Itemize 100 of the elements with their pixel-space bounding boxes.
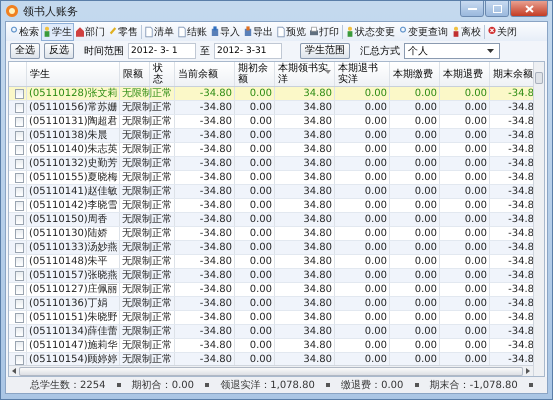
column-header[interactable]: 状态: [150, 62, 175, 86]
column-header[interactable]: 学生: [27, 62, 120, 86]
column-header[interactable]: 期初余额: [235, 62, 275, 86]
table-row[interactable]: (05110156)常苏姗 无限制正常 -34.80 0.00 34.80 0.00 0.00 0.00 -34.8: [9, 101, 533, 115]
table-cell: -34.80: [200, 213, 232, 226]
table-cell: 正常: [152, 241, 172, 254]
column-header[interactable]: 限额: [120, 62, 150, 86]
toolbar-button[interactable]: 离校: [450, 22, 483, 40]
table-cell: 无限制: [122, 339, 152, 352]
table-cell: 0.00: [364, 213, 387, 226]
toolbar-button[interactable]: 关闭: [486, 22, 519, 40]
table-row[interactable]: (05110134)薛佳蕾 无限制正常 -34.80 0.00 34.80 0.00 0.00 0.00 -34.8: [9, 325, 533, 339]
column-header[interactable]: 本期退费: [440, 62, 490, 86]
end-date-field[interactable]: 2012- 3-31: [214, 42, 282, 58]
close-button[interactable]: [510, 1, 548, 17]
table-cell: 0.00: [464, 101, 487, 114]
dropdown-icon[interactable]: [116, 383, 121, 387]
row-checkbox[interactable]: [15, 88, 24, 98]
table-cell: 无限制: [122, 129, 152, 142]
table-cell: 0.00: [464, 339, 487, 352]
table-row[interactable]: (05110132)史勤芳 无限制正常 -34.80 0.00 34.80 0.00 0.00 0.00 -34.8: [9, 157, 533, 171]
maximize-button[interactable]: [485, 1, 509, 17]
horizontal-scrollbar[interactable]: [9, 365, 533, 376]
table-cell: 0.00: [464, 185, 487, 198]
table-cell: -34.8: [508, 269, 533, 282]
dropdown-icon[interactable]: [528, 383, 533, 387]
toolbar-button[interactable]: 检索: [8, 22, 41, 40]
table-row[interactable]: (05110133)汤妙燕 无限制正常 -34.80 0.00 34.80 0.00 0.00 0.00 -34.8: [9, 241, 533, 255]
toolbar-button[interactable]: 结账: [176, 22, 209, 40]
row-checkbox[interactable]: [15, 200, 24, 210]
status-text: 领退实洋：1,078.80: [220, 378, 315, 392]
row-checkbox[interactable]: [15, 340, 24, 350]
row-checkbox[interactable]: [15, 298, 24, 308]
toolbar-button[interactable]: 学生: [41, 22, 74, 40]
toolbar-button[interactable]: 变更查询: [397, 22, 450, 40]
column-header[interactable]: 本期缴费: [390, 62, 440, 86]
row-checkbox[interactable]: [15, 270, 24, 280]
table-cell: (05110150)周香: [29, 213, 108, 226]
table-cell: 无限制: [122, 87, 152, 100]
toolbar-button[interactable]: 导入: [209, 22, 242, 40]
toolbar-button[interactable]: 状态变更: [344, 22, 397, 40]
table-cell: 34.80: [303, 297, 332, 310]
invert-selection-button[interactable]: 反选: [44, 42, 74, 58]
toolbar-button[interactable]: 零售: [107, 22, 140, 40]
table-row[interactable]: (05110150)周香 无限制正常 -34.80 0.00 34.80 0.00 0.00 0.00 -34.8: [9, 213, 533, 227]
table-cell: (05110131)陶超君: [29, 115, 118, 128]
table-cell: 0.00: [250, 157, 272, 170]
column-header[interactable]: 本期退书实洋: [335, 62, 390, 86]
table-cell: -34.80: [200, 157, 232, 170]
table-cell: (05110141)赵佳敏: [29, 185, 118, 198]
scroll-right-icon[interactable]: [526, 368, 530, 374]
toolbar-button[interactable]: 清单: [143, 22, 176, 40]
row-checkbox[interactable]: [15, 116, 24, 126]
row-checkbox[interactable]: [15, 214, 24, 224]
toolbar-button[interactable]: 打印: [308, 22, 341, 40]
table-row[interactable]: (05110136)丁娟 无限制正常 -34.80 0.00 34.80 0.00 0.00 0.00 -34.8: [9, 297, 533, 311]
toolbar-button[interactable]: 预览: [275, 22, 308, 40]
row-checkbox[interactable]: [15, 354, 24, 364]
table-cell: -34.80: [200, 185, 232, 198]
row-checkbox[interactable]: [15, 256, 24, 266]
table-row[interactable]: (05110157)张晓燕 无限制正常 -34.80 0.00 34.80 0.00 0.00 0.00 -34.8: [9, 269, 533, 283]
summary-mode-dropdown[interactable]: 个人: [404, 42, 500, 58]
document-icon: [145, 26, 153, 38]
table-cell: 正常: [152, 157, 172, 170]
table-cell: 0.00: [464, 325, 487, 338]
row-checkbox[interactable]: [15, 130, 24, 140]
row-checkbox[interactable]: [15, 242, 24, 252]
table-cell: 0.00: [464, 115, 487, 128]
student-range-button[interactable]: 学生范围: [300, 42, 350, 58]
toolbar-button[interactable]: 部门: [74, 22, 107, 40]
column-header[interactable]: 当前余额: [175, 62, 235, 86]
table-cell: 无限制: [122, 241, 152, 254]
select-all-button[interactable]: 全选: [10, 42, 40, 58]
table-row[interactable]: (05110128)张文莉 无限制正常 -34.80 0.00 34.80 0.00 0.00 0.00 -34.8: [9, 87, 533, 101]
person-icon: [346, 26, 354, 38]
row-checkbox[interactable]: [15, 102, 24, 112]
row-checkbox[interactable]: [15, 172, 24, 182]
row-checkbox[interactable]: [15, 284, 24, 294]
row-checkbox[interactable]: [15, 326, 24, 336]
to-label: 至: [200, 44, 210, 58]
start-date-field[interactable]: 2012- 3- 1: [128, 42, 196, 58]
table-cell: 0.00: [364, 199, 387, 212]
table-row[interactable]: (05110138)朱晨 无限制正常 -34.80 0.00 34.80 0.00 0.00 0.00 -34.8: [9, 129, 533, 143]
scroll-left-icon[interactable]: [12, 368, 16, 374]
vertical-scrollbar[interactable]: [533, 62, 544, 376]
row-checkbox[interactable]: [15, 312, 24, 322]
minimize-button[interactable]: [460, 1, 484, 17]
row-checkbox[interactable]: [15, 158, 24, 168]
row-checkbox[interactable]: [15, 186, 24, 196]
dropdown-icon[interactable]: [205, 383, 210, 387]
table-row[interactable]: (05110141)赵佳敏 无限制正常 -34.80 0.00 34.80 0.00 0.00 0.00 -34.8: [9, 185, 533, 199]
table-cell: 0.00: [364, 171, 387, 184]
dropdown-icon[interactable]: [414, 383, 418, 387]
dropdown-icon[interactable]: [326, 383, 330, 387]
toolbar-button[interactable]: 导出: [242, 22, 275, 40]
table-cell: 0.00: [250, 129, 272, 142]
table-cell: 无限制: [122, 115, 152, 128]
row-checkbox[interactable]: [15, 144, 24, 154]
table-row[interactable]: (05110154)顾婷婷 无限制正常 -34.80 0.00 34.80 0.00 0.00 0.00 -34.8: [9, 353, 533, 365]
row-checkbox[interactable]: [15, 228, 24, 238]
